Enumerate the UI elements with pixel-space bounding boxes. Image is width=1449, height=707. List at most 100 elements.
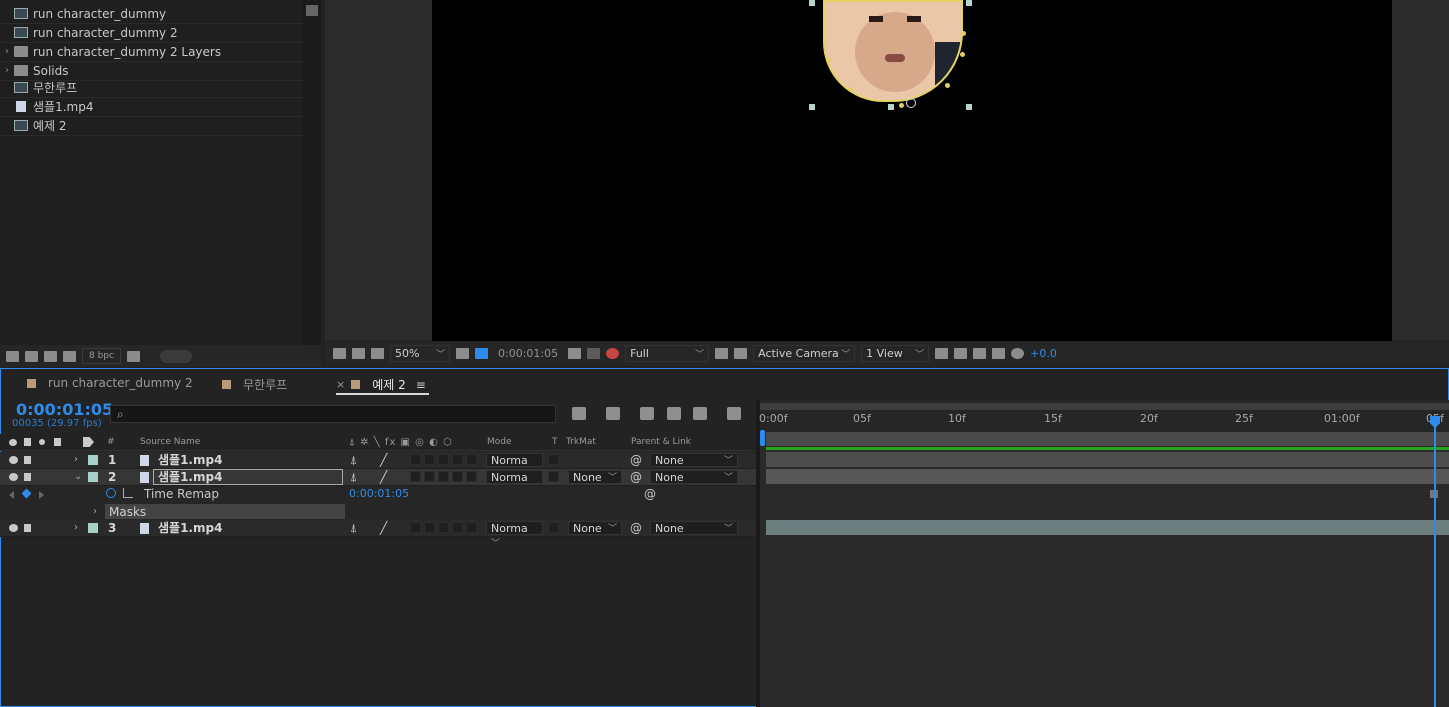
- project-item[interactable]: 무한루프: [0, 78, 303, 98]
- expand-arrow-icon[interactable]: ›: [74, 452, 78, 468]
- flowchart-icon[interactable]: [306, 5, 318, 16]
- preserve-transparency-toggle[interactable]: [548, 454, 559, 465]
- keyframe-diamond-icon[interactable]: [21, 488, 32, 499]
- current-time-display[interactable]: 0:00:01:05: [16, 400, 113, 419]
- draft-3d-icon[interactable]: [606, 407, 620, 420]
- layer-name[interactable]: 샘플1.mp4: [158, 452, 222, 468]
- expand-arrow-icon[interactable]: ›: [74, 520, 78, 536]
- resolution-dropdown[interactable]: Full ﹀: [625, 345, 710, 362]
- expand-arrow-icon[interactable]: ›: [93, 504, 97, 520]
- transform-handle[interactable]: [888, 104, 894, 110]
- reset-exposure-icon[interactable]: [1011, 348, 1025, 359]
- next-keyframe-icon[interactable]: [39, 491, 44, 499]
- layer-name-editing[interactable]: 샘플1.mp4: [153, 469, 343, 485]
- shy-switch-icon[interactable]: ⍋: [350, 470, 357, 485]
- snapshot-camera-icon[interactable]: [568, 348, 582, 359]
- t-header[interactable]: T: [552, 437, 558, 447]
- tab-run-character-dummy-2[interactable]: run character_dummy 2: [27, 376, 193, 390]
- project-item[interactable]: 샘플1.mp4: [0, 97, 303, 117]
- preserve-transparency-toggle[interactable]: [548, 471, 559, 482]
- parent-dropdown[interactable]: None ﹀: [650, 453, 738, 467]
- mask-vertex[interactable]: [945, 83, 950, 88]
- layer-row-2[interactable]: ⌄ 2 샘플1.mp4 ⍋ ╱ Norma ﹀ None﹀ @ None﹀: [0, 469, 758, 498]
- layer-1-duration-bar[interactable]: [766, 452, 1449, 467]
- mask-vertex[interactable]: [961, 31, 966, 36]
- timeline-icon[interactable]: [973, 348, 987, 359]
- expand-arrow-icon[interactable]: ›: [0, 46, 14, 57]
- new-folder-icon[interactable]: [25, 350, 38, 362]
- current-time-indicator[interactable]: [1434, 418, 1436, 707]
- trkmat-header[interactable]: TrkMat: [566, 437, 596, 447]
- new-composition-icon[interactable]: [44, 350, 57, 362]
- audio-icon[interactable]: [24, 524, 31, 532]
- eye-icon[interactable]: [9, 456, 18, 464]
- transform-handle[interactable]: [966, 104, 972, 110]
- parent-dropdown[interactable]: None ﹀: [650, 470, 738, 484]
- blend-mode-dropdown[interactable]: Norma ﹀: [486, 453, 543, 481]
- preserve-transparency-toggle[interactable]: [548, 522, 559, 533]
- time-navigator[interactable]: [760, 403, 1449, 410]
- project-item[interactable]: run character_dummy 2: [0, 23, 303, 43]
- view-layout-dropdown[interactable]: 1 View ﹀: [861, 345, 930, 362]
- audio-icon[interactable]: [24, 438, 31, 446]
- layer-row-3[interactable]: › 3 샘플1.mp4 ⍋ ╱ Norma ﹀ None ﹀ @ None ﹀: [0, 520, 758, 549]
- show-snapshot-icon[interactable]: [587, 348, 601, 359]
- project-item[interactable]: run character_dummy: [0, 4, 303, 24]
- layer-row-1[interactable]: › 1 샘플1.mp4 ⍋ ╱ Norma ﹀ @ None﹀: [0, 452, 758, 481]
- zoom-dropdown[interactable]: 50% ﹀: [390, 345, 450, 362]
- monitor-icon[interactable]: [352, 348, 365, 359]
- mask-view-icon[interactable]: [371, 348, 384, 359]
- close-tab-icon[interactable]: ×: [336, 378, 345, 391]
- prev-keyframe-icon[interactable]: [9, 491, 14, 499]
- label-swatch[interactable]: [88, 455, 98, 465]
- stopwatch-icon[interactable]: [106, 488, 116, 498]
- color-channels-icon[interactable]: [606, 348, 620, 359]
- tab-example-2[interactable]: × 예제 2 ≡: [336, 376, 426, 393]
- source-name-header[interactable]: Source Name: [140, 437, 200, 447]
- parent-dropdown[interactable]: None ﹀: [650, 521, 738, 535]
- trash-icon[interactable]: [126, 350, 140, 362]
- label-swatch[interactable]: [88, 472, 98, 482]
- time-remap-value[interactable]: 0:00:01:05: [349, 486, 409, 502]
- project-scrollbar[interactable]: [303, 0, 321, 345]
- pick-whip-icon[interactable]: @: [630, 521, 642, 535]
- transparency-grid-icon[interactable]: [734, 348, 748, 359]
- masks-group[interactable]: › Masks: [93, 504, 345, 519]
- mask-visibility-icon[interactable]: [475, 348, 488, 359]
- quality-switch-icon[interactable]: ╱: [380, 521, 387, 535]
- bit-depth-button[interactable]: 8 bpc: [82, 348, 121, 364]
- blend-mode-dropdown[interactable]: Norma ﹀: [486, 521, 543, 549]
- always-preview-icon[interactable]: [333, 348, 346, 359]
- layer-search-input[interactable]: ⌕: [110, 405, 556, 423]
- blend-mode-dropdown[interactable]: Norma ﹀: [486, 470, 543, 498]
- mode-header[interactable]: Mode: [487, 437, 512, 447]
- shy-switch-icon[interactable]: ⍋: [350, 521, 357, 536]
- mask-vertex[interactable]: [826, 58, 831, 63]
- motion-blur-icon[interactable]: [693, 407, 707, 420]
- eye-icon[interactable]: [9, 473, 18, 481]
- project-item[interactable]: › run character_dummy 2 Layers: [0, 42, 303, 62]
- audio-icon[interactable]: [24, 456, 31, 464]
- project-settings-icon[interactable]: [63, 350, 76, 362]
- region-of-interest-icon[interactable]: [715, 348, 729, 359]
- solo-icon[interactable]: [39, 439, 45, 445]
- flowchart-icon[interactable]: [992, 348, 1006, 359]
- track-matte-dropdown[interactable]: None ﹀: [568, 521, 622, 535]
- anchor-point-icon[interactable]: [906, 98, 916, 108]
- layer-name[interactable]: 샘플1.mp4: [158, 520, 222, 536]
- toggle-pixel-aspect-icon[interactable]: [935, 348, 949, 359]
- exposure-value[interactable]: +0.0: [1030, 347, 1057, 360]
- panel-menu-icon[interactable]: ≡: [416, 378, 426, 392]
- eye-icon[interactable]: [9, 524, 18, 532]
- mask-vertex[interactable]: [848, 87, 853, 92]
- work-area-start[interactable]: [760, 430, 765, 446]
- transform-handle[interactable]: [809, 104, 815, 110]
- quality-switch-icon[interactable]: ╱: [380, 453, 387, 467]
- collapse-arrow-icon[interactable]: ⌄: [74, 469, 82, 485]
- shy-layers-icon[interactable]: [640, 407, 654, 420]
- thumbnail-toggle[interactable]: [159, 349, 192, 363]
- transform-handle[interactable]: [966, 0, 972, 6]
- track-matte-dropdown[interactable]: None ﹀: [568, 470, 622, 484]
- layer-3-duration-bar[interactable]: [766, 520, 1449, 535]
- quality-switch-icon[interactable]: ╱: [380, 470, 387, 484]
